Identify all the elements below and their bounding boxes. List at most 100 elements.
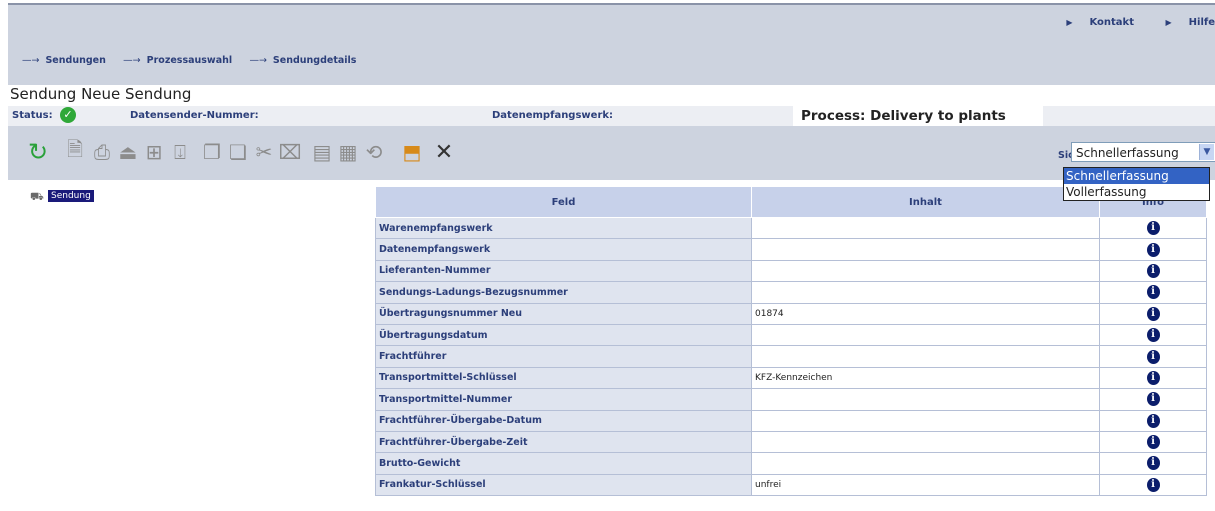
field-value[interactable] [751, 216, 1100, 240]
field-value[interactable] [751, 452, 1100, 475]
info-cell: i [1099, 345, 1207, 368]
field-label: Frankatur-Schlüssel [375, 473, 752, 497]
field-value[interactable]: KFZ-Kennzeichen [751, 366, 1100, 390]
arrow-icon: —→ [249, 55, 267, 66]
top-links: ▶ Kontakt ▶ Hilfe [1038, 17, 1215, 28]
field-label: Transportmittel-Schlüssel [375, 366, 752, 390]
table-row: Transportmittel-Nummer i [375, 388, 1207, 411]
breadcrumb-sendungen[interactable]: Sendungen [45, 55, 105, 66]
field-value[interactable] [751, 323, 1100, 347]
send-icon[interactable]: ▦ [336, 138, 360, 166]
status-label: Status: [12, 110, 53, 121]
field-value[interactable] [751, 430, 1100, 454]
info-cell: i [1099, 388, 1207, 411]
view-dropdown: Schnellerfassung Vollerfassung [1063, 167, 1210, 201]
field-label: Lieferanten-Nummer [375, 259, 752, 283]
new-document-icon[interactable]: 🗎 [63, 137, 87, 166]
table-icon[interactable]: ⊞ [142, 138, 166, 166]
tree-node-sendung[interactable]: Sendung [48, 190, 94, 202]
table-row: Sendungs-Ladungs-Bezugsnummer i [375, 281, 1207, 304]
save-icon[interactable]: ▤ [310, 138, 334, 166]
copy-icon[interactable]: ❐ [200, 138, 224, 166]
kontakt-link[interactable]: ▶ Kontakt [1052, 17, 1134, 28]
column-header-inhalt: Inhalt [751, 186, 1100, 218]
view-option-vollerfassung[interactable]: Vollerfassung [1064, 184, 1209, 200]
arrow-icon: ▶ [1165, 18, 1172, 27]
info-cell: i [1099, 473, 1207, 497]
arrow-icon: ▶ [1066, 18, 1073, 27]
export-icon[interactable]: ⍗ [168, 138, 192, 166]
header-bar: ▶ Kontakt ▶ Hilfe —→ Sendungen —→ Prozessaus… [8, 3, 1215, 85]
truck-icon: ⛟ [30, 190, 44, 203]
field-value[interactable] [751, 388, 1100, 411]
field-value[interactable] [751, 409, 1100, 432]
info-icon[interactable]: i [1146, 435, 1160, 450]
info-cell: i [1099, 323, 1207, 347]
field-value[interactable] [751, 238, 1100, 261]
info-icon[interactable]: i [1146, 285, 1160, 300]
field-label: Datenempfangswerk [375, 238, 752, 261]
chevron-down-icon[interactable]: ▼ [1199, 144, 1214, 160]
field-value[interactable]: 01874 [751, 302, 1100, 325]
hilfe-link[interactable]: ▶ Hilfe [1151, 17, 1215, 28]
import-icon[interactable]: ⬒ [400, 138, 424, 166]
field-label: Frachtführer [375, 345, 752, 368]
close-icon[interactable]: ✕ [432, 138, 456, 166]
info-icon[interactable]: i [1146, 456, 1160, 471]
field-label: Warenempfangswerk [375, 216, 752, 240]
field-label: Übertragungsdatum [375, 323, 752, 347]
paste-icon[interactable]: ❏ [226, 138, 250, 166]
field-label: Übertragungsnummer Neu [375, 302, 752, 325]
arrow-icon: —→ [123, 55, 141, 66]
view-option-schnellerfassung[interactable]: Schnellerfassung [1064, 168, 1209, 184]
info-icon[interactable]: i [1146, 392, 1160, 407]
info-icon[interactable]: i [1146, 242, 1160, 257]
history-icon[interactable]: ⟲ [362, 138, 386, 166]
table-row: Frankatur-Schlüssel unfrei i [375, 473, 1207, 497]
field-value[interactable] [751, 281, 1100, 304]
sender-label: Datensender-Nummer: [130, 110, 259, 121]
empfang-label: Datenempfangswerk: [492, 110, 614, 121]
field-value[interactable]: unfrei [751, 473, 1100, 497]
field-label: Brutto-Gewicht [375, 452, 752, 475]
table-row: Warenempfangswerk i [375, 216, 1207, 240]
view-select[interactable]: Schnellerfassung ▼ [1071, 142, 1215, 162]
table-row: Brutto-Gewicht i [375, 452, 1207, 475]
status-row: Status: ✓ Datensender-Nummer: Datenempfa… [8, 106, 1215, 126]
field-label: Sendungs-Ladungs-Bezugsnummer [375, 281, 752, 304]
breadcrumb-sendungdetails[interactable]: Sendungdetails [273, 55, 357, 66]
info-icon[interactable]: i [1146, 306, 1160, 321]
table-row: Frachtführer i [375, 345, 1207, 368]
info-icon[interactable]: i [1146, 263, 1160, 278]
table-row: Übertragungsdatum i [375, 323, 1207, 347]
arrow-icon: —→ [22, 55, 40, 66]
table-row: Transportmittel-Schlüssel KFZ-Kennzeichen… [375, 366, 1207, 390]
field-value[interactable] [751, 259, 1100, 283]
delete-document-icon[interactable]: ⌧ [278, 138, 302, 166]
print-icon[interactable]: ⎙ [90, 138, 114, 166]
breadcrumb-prozessauswahl[interactable]: Prozessauswahl [147, 55, 233, 66]
column-header-feld: Feld [375, 186, 752, 218]
info-cell: i [1099, 216, 1207, 240]
info-cell: i [1099, 366, 1207, 390]
info-cell: i [1099, 259, 1207, 283]
refresh-icon[interactable]: ↻ [26, 138, 50, 166]
table-row: Frachtführer-Übergabe-Datum i [375, 409, 1207, 432]
info-cell: i [1099, 302, 1207, 325]
field-value[interactable] [751, 345, 1100, 368]
tree: ⛟ Sendung [30, 190, 94, 203]
field-label: Frachtführer-Übergabe-Zeit [375, 430, 752, 454]
check-icon: ✓ [60, 107, 76, 123]
toolbar: ↻ 🗎 ⎙ ⏏ ⊞ ⍗ ❐ ❏ ✂ ⌧ ▤ ▦ ⟲ ⬒ ✕ Sicht: Sch… [8, 126, 1215, 180]
info-icon[interactable]: i [1146, 370, 1160, 385]
info-icon[interactable]: i [1146, 477, 1160, 492]
cut-icon[interactable]: ✂ [252, 138, 276, 166]
pdf-icon[interactable]: ⏏ [116, 138, 140, 166]
table-row: Übertragungsnummer Neu 01874 i [375, 302, 1207, 325]
info-icon[interactable]: i [1146, 328, 1160, 343]
info-cell: i [1099, 281, 1207, 304]
info-icon[interactable]: i [1146, 349, 1160, 364]
field-label: Transportmittel-Nummer [375, 388, 752, 411]
info-icon[interactable]: i [1146, 413, 1160, 428]
info-icon[interactable]: i [1146, 221, 1160, 236]
